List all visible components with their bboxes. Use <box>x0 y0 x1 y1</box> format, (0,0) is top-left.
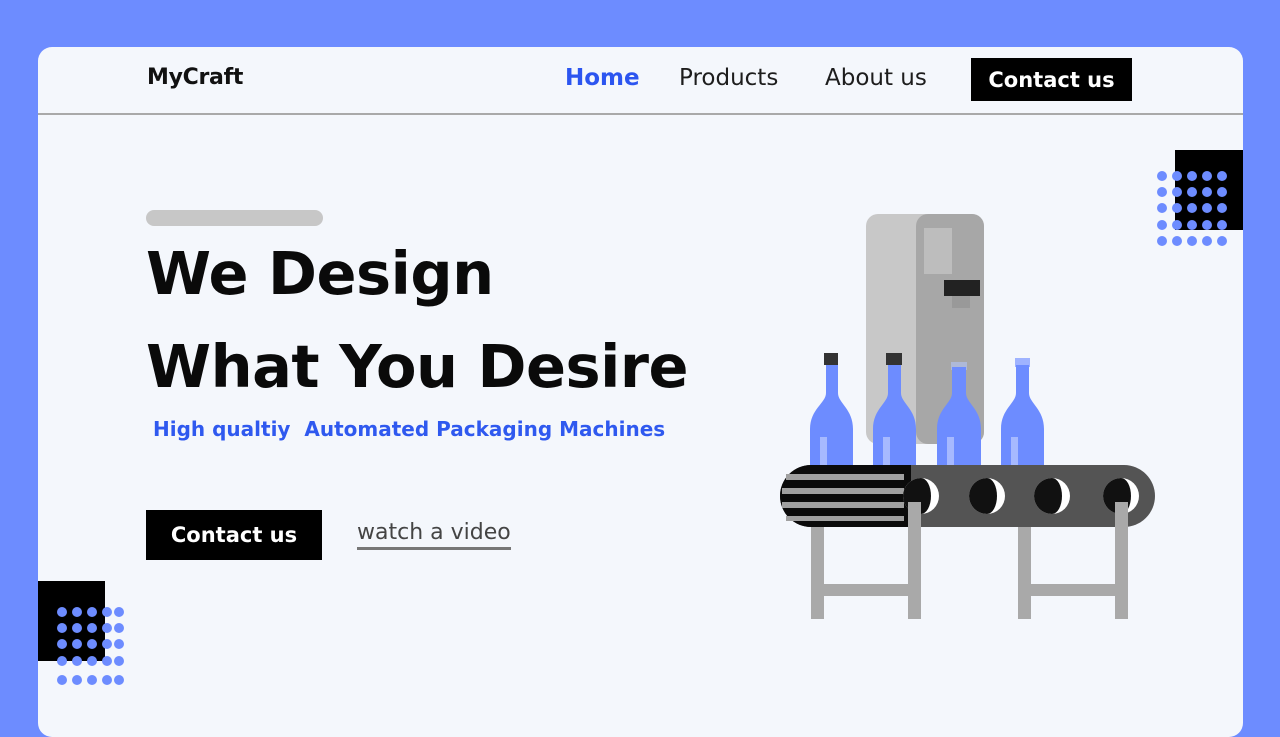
nav-contact-button[interactable]: Contact us <box>971 58 1132 101</box>
hero-title-line2: What You Desire <box>146 332 688 401</box>
machine-nozzle <box>944 280 980 296</box>
watch-video-link[interactable]: watch a video <box>357 520 511 550</box>
hero-decor-pill <box>146 210 323 226</box>
machine-nozzle-tip <box>952 296 970 308</box>
conveyor-belt <box>780 465 1155 527</box>
nav-about-link[interactable]: About us <box>825 65 927 91</box>
bottle-conveyor-illustration <box>780 214 1155 619</box>
dot-grid-decoration-bottom <box>38 581 124 685</box>
landing-card: MyCraft Home Products About us Contact u… <box>38 47 1243 737</box>
top-navbar: MyCraft Home Products About us Contact u… <box>38 47 1243 115</box>
hero-subtitle: High qualtiy Automated Packaging Machine… <box>153 417 666 441</box>
dot-grid-decoration-top <box>1157 150 1243 246</box>
brand-logo[interactable]: MyCraft <box>147 65 243 90</box>
hero-contact-button[interactable]: Contact us <box>146 510 322 560</box>
machine-panel <box>924 228 952 274</box>
nav-home-link[interactable]: Home <box>565 65 640 91</box>
hero-title-line1: We Design <box>146 239 494 308</box>
nav-products-link[interactable]: Products <box>679 65 778 91</box>
